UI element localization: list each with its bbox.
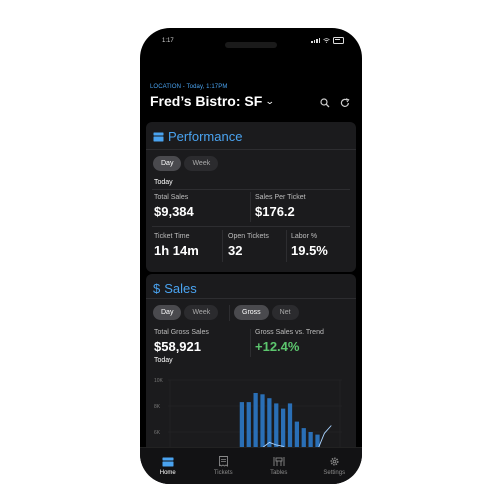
sales-title: Sales — [164, 281, 197, 296]
divider — [146, 298, 356, 299]
status-icons — [311, 37, 344, 44]
sales-tab-week[interactable]: Week — [184, 305, 219, 320]
labor-value: 19.5% — [291, 243, 328, 258]
trend-value: +12.4% — [255, 339, 300, 354]
ticket-time-value: 1h 14m — [154, 243, 199, 258]
sales-period-label: Today — [154, 357, 173, 364]
refresh-icon[interactable] — [340, 98, 350, 108]
tab-tickets-label: Tickets — [213, 470, 233, 476]
sales-mode-gross[interactable]: Gross — [234, 305, 269, 320]
divider — [146, 149, 356, 150]
total-sales-label: Total Sales — [154, 194, 189, 201]
sales-tab-day[interactable]: Day — [153, 305, 182, 320]
tab-tables[interactable]: Tables — [251, 448, 307, 484]
tab-settings[interactable]: Settings — [307, 448, 363, 484]
y-tick-label: 10K — [154, 378, 164, 384]
search-icon[interactable] — [320, 98, 330, 108]
sales-period-tabs: Day Week — [153, 305, 219, 320]
header-actions — [320, 98, 350, 108]
performance-period-tabs: Day Week — [153, 156, 219, 171]
divider — [286, 230, 287, 262]
dollar-icon: $ — [153, 281, 161, 296]
sales-header: $ Sales — [153, 281, 197, 296]
perf-tab-week[interactable]: Week — [184, 156, 219, 171]
sales-per-ticket-value: $176.2 — [255, 204, 295, 219]
y-tick-label: 6K — [154, 430, 161, 436]
tab-tables-label: Tables — [270, 470, 288, 476]
divider — [250, 192, 251, 222]
divider — [152, 226, 350, 227]
tab-tickets[interactable]: Tickets — [196, 448, 252, 484]
app-screen: 1:17 LOCATION - Today, 1:17PM Fred’s Bis… — [140, 28, 362, 484]
y-tick-label: 8K — [154, 404, 161, 410]
location-line: LOCATION - Today, 1:17PM — [150, 84, 228, 90]
status-time: 1:17 — [162, 38, 174, 44]
perf-period-label: Today — [154, 179, 173, 186]
phone-frame: 1:17 LOCATION - Today, 1:17PM Fred’s Bis… — [140, 28, 362, 484]
performance-card: Performance Day Week Today Total Sales $… — [146, 122, 356, 272]
battery-icon — [333, 37, 344, 44]
trend-label: Gross Sales vs. Trend — [255, 329, 324, 336]
performance-header: Performance — [153, 129, 242, 144]
labor-label: Labor % — [291, 233, 318, 240]
wifi-icon — [323, 38, 330, 43]
store-name: Fred’s Bistro: SF — [150, 93, 263, 109]
total-sales-value: $9,384 — [154, 204, 194, 219]
divider — [250, 329, 251, 357]
performance-title: Performance — [168, 129, 243, 144]
divider — [229, 305, 230, 321]
bottom-tab-bar: Home Tickets Tables Settings — [140, 447, 362, 484]
register-icon — [153, 132, 164, 141]
total-gross-sales-value: $58,921 — [154, 339, 201, 354]
tab-home-label: Home — [159, 469, 176, 476]
tables-icon — [273, 457, 285, 466]
divider — [222, 230, 223, 262]
divider — [152, 189, 350, 190]
home-icon — [162, 457, 174, 466]
tab-home[interactable]: Home — [140, 448, 196, 484]
open-tickets-label: Open Tickets — [228, 233, 269, 240]
sales-mode-net[interactable]: Net — [271, 305, 299, 320]
tab-settings-label: Settings — [323, 470, 346, 476]
chevron-down-icon: ⌄ — [265, 95, 275, 106]
sales-per-ticket-label: Sales Per Ticket — [255, 194, 306, 201]
ticket-time-label: Ticket Time — [154, 233, 190, 240]
notch — [225, 42, 277, 48]
open-tickets-value: 32 — [228, 243, 243, 258]
signal-icon — [311, 38, 320, 43]
app-header: LOCATION - Today, 1:17PM Fred’s Bistro: … — [150, 84, 352, 109]
status-bar: 1:17 — [140, 36, 362, 48]
total-gross-sales-label: Total Gross Sales — [154, 329, 209, 336]
perf-tab-day[interactable]: Day — [153, 156, 182, 171]
ticket-icon — [218, 456, 228, 467]
gear-icon — [330, 457, 339, 466]
sales-mode-tabs: Gross Net — [234, 305, 299, 320]
